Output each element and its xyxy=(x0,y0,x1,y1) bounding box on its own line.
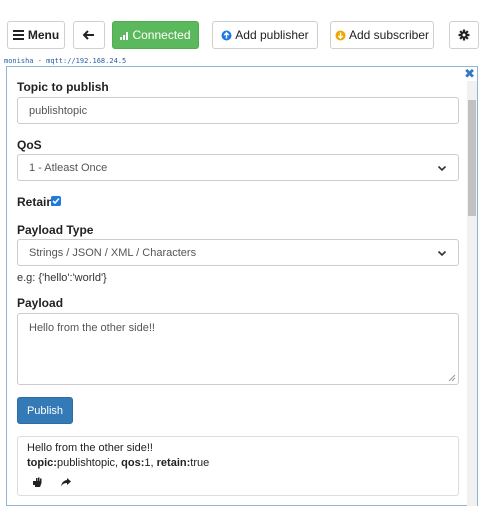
qos-value: 1 xyxy=(144,457,151,469)
chevron-down-icon xyxy=(437,165,447,171)
retain-checkbox[interactable] xyxy=(51,196,61,206)
signal-icon xyxy=(120,32,129,40)
checkmark-icon xyxy=(52,197,60,205)
topic-key: topic: xyxy=(27,457,57,469)
message-text: Hello from the other side!! xyxy=(27,442,153,454)
close-icon[interactable]: ✖ xyxy=(464,67,475,80)
qos-key: qos: xyxy=(121,457,145,469)
publish-button[interactable]: Publish xyxy=(17,397,73,424)
retain-value: true xyxy=(190,457,210,469)
payload-type-label: Payload Type xyxy=(17,223,94,237)
scrollbar-thumb[interactable] xyxy=(468,100,476,216)
retain-key: retain: xyxy=(156,457,191,469)
qos-select-value: 1 - Atleast Once xyxy=(29,161,108,174)
menu-button-label: Menu xyxy=(27,28,60,42)
connection-label: monisha - mqtt://192.168.24.5 xyxy=(4,57,127,65)
published-message-card: Hello from the other side!! topic:publis… xyxy=(17,436,459,496)
menu-button[interactable]: Menu xyxy=(7,21,65,49)
resize-grip-icon[interactable] xyxy=(448,374,456,382)
settings-button[interactable] xyxy=(449,21,479,49)
message-meta: topic:publishtopic, qos:1, retain:true xyxy=(27,457,210,469)
qos-label: QoS xyxy=(17,138,42,152)
scrollbar[interactable] xyxy=(467,81,477,506)
connected-button-label: Connected xyxy=(132,28,191,42)
payload-textarea[interactable]: Hello from the other side!! xyxy=(17,313,459,385)
add-publisher-button[interactable]: Add publisher xyxy=(212,21,318,49)
payload-type-value: Strings / JSON / XML / Characters xyxy=(29,246,197,259)
publisher-panel: ✖ Topic to publish publishtopic QoS 1 - … xyxy=(6,66,478,506)
add-publisher-label: Add publisher xyxy=(235,28,309,42)
gear-icon xyxy=(458,29,470,41)
add-subscriber-label: Add subscriber xyxy=(348,28,430,42)
topic-input[interactable]: publishtopic xyxy=(17,97,459,124)
share-arrow-icon[interactable] xyxy=(60,476,72,488)
arrow-down-circle-icon xyxy=(335,30,346,40)
payload-label: Payload xyxy=(17,296,64,310)
payload-textarea-value: Hello from the other side!! xyxy=(29,322,155,334)
topic-value: publishtopic xyxy=(56,457,116,469)
arrow-up-circle-icon xyxy=(221,30,232,40)
add-subscriber-button[interactable]: Add subscriber xyxy=(330,21,434,49)
connected-button[interactable]: Connected xyxy=(112,21,199,49)
back-button[interactable] xyxy=(73,21,105,49)
qos-select[interactable]: 1 - Atleast Once xyxy=(17,154,459,181)
message-actions xyxy=(32,476,72,488)
payload-type-select[interactable]: Strings / JSON / XML / Characters xyxy=(17,239,459,266)
hand-icon[interactable] xyxy=(32,476,44,488)
retain-label: Retain xyxy=(17,195,54,209)
toolbar: Menu Connected Add publisher Add subscri… xyxy=(0,0,480,58)
hamburger-icon xyxy=(12,30,24,40)
chevron-down-icon xyxy=(437,250,447,256)
topic-label: Topic to publish xyxy=(17,80,109,94)
arrow-left-icon xyxy=(83,30,94,40)
payload-hint: e.g: {'hello':'world'} xyxy=(17,272,107,284)
